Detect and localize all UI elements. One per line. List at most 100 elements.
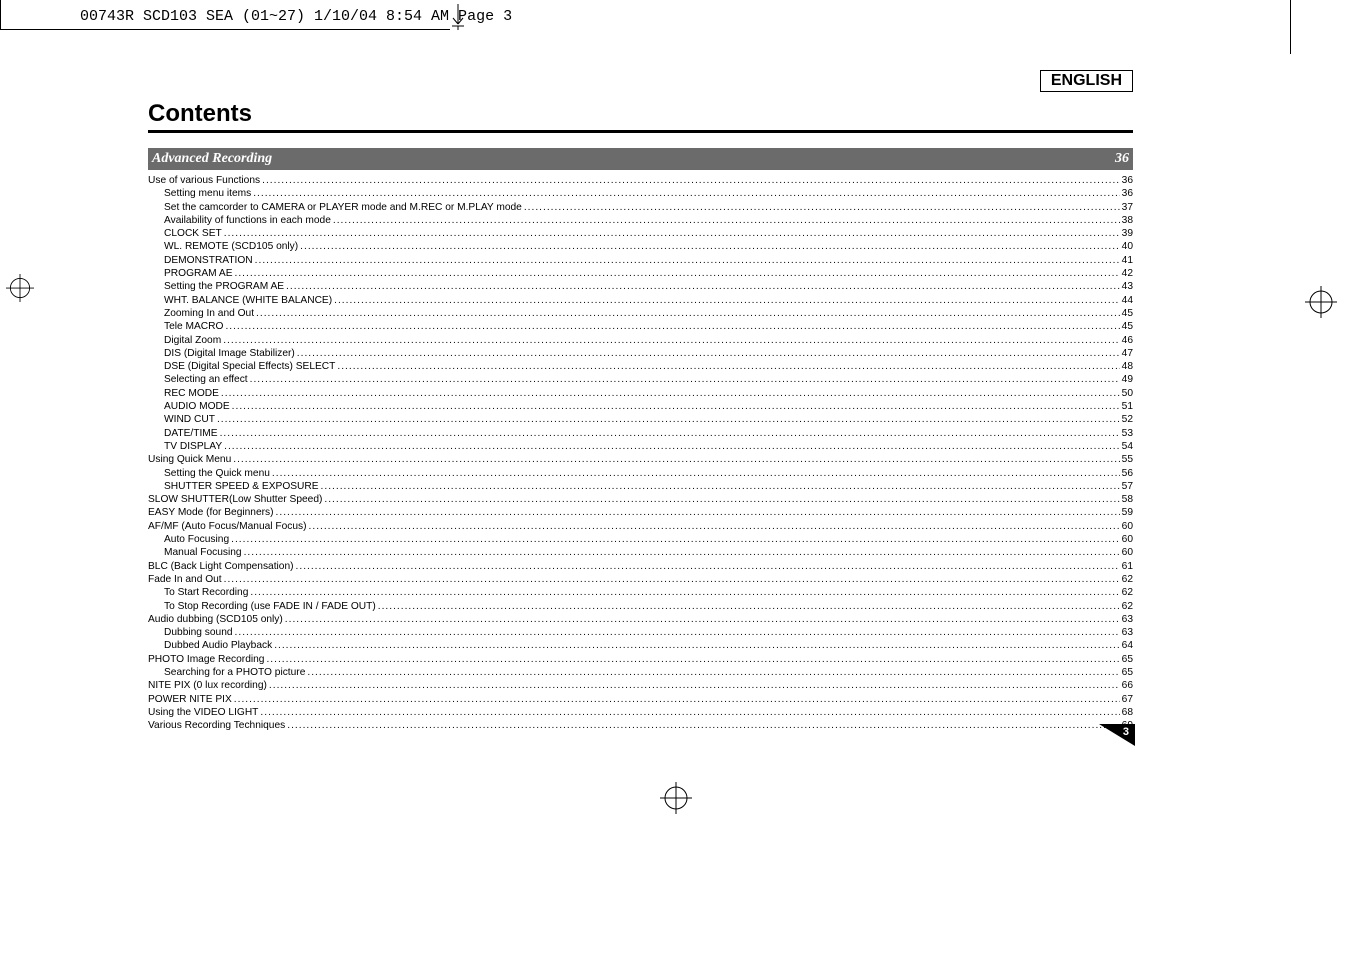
toc-page: 66 [1122, 679, 1133, 692]
toc-row: NITE PIX (0 lux recording) 66 [148, 679, 1133, 692]
toc-label: NITE PIX (0 lux recording) [148, 679, 267, 692]
toc-row: BLC (Back Light Compensation) 61 [148, 560, 1133, 573]
toc-page: 62 [1122, 600, 1133, 613]
toc-row: PROGRAM AE 42 [148, 267, 1133, 280]
page-number: 3 [1123, 726, 1129, 738]
toc-row: SHUTTER SPEED & EXPOSURE 57 [148, 480, 1133, 493]
toc-page: 68 [1122, 706, 1133, 719]
toc-page: 47 [1122, 347, 1133, 360]
toc-dots [244, 546, 1120, 559]
toc-dots [297, 347, 1120, 360]
toc-dots [224, 573, 1120, 586]
toc-dots [524, 201, 1120, 214]
toc-label: Various Recording Techniques [148, 719, 285, 732]
toc-dots [253, 187, 1119, 200]
toc-page: 48 [1122, 360, 1133, 373]
toc-row: Selecting an effect 49 [148, 373, 1133, 386]
toc-page: 38 [1122, 214, 1133, 227]
toc-label: Auto Focusing [164, 533, 229, 546]
toc-section-page: 36 [1115, 151, 1129, 167]
toc-label: CLOCK SET [164, 227, 222, 240]
toc-label: Dubbing sound [164, 626, 233, 639]
toc-label: REC MODE [164, 387, 219, 400]
toc-dots [217, 413, 1120, 426]
toc-label: SLOW SHUTTER(Low Shutter Speed) [148, 493, 322, 506]
toc-dots [250, 586, 1119, 599]
toc-page: 49 [1122, 373, 1133, 386]
toc-dots [337, 360, 1119, 373]
toc-section-bar: Advanced Recording 36 [148, 148, 1133, 170]
toc-dots [287, 719, 1119, 732]
toc-dots [296, 560, 1120, 573]
toc-row: Digital Zoom 46 [148, 334, 1133, 347]
toc-label: WHT. BALANCE (WHITE BALANCE) [164, 294, 332, 307]
toc-label: TV DISPLAY [164, 440, 222, 453]
crop-mark-top-right-v [1290, 0, 1291, 54]
toc-label: DEMONSTRATION [164, 254, 253, 267]
toc-label: EASY Mode (for Beginners) [148, 506, 274, 519]
toc-label: DATE/TIME [164, 427, 218, 440]
toc-label: AF/MF (Auto Focus/Manual Focus) [148, 520, 307, 533]
toc-row: WHT. BALANCE (WHITE BALANCE) 44 [148, 294, 1133, 307]
toc-row: WIND CUT 52 [148, 413, 1133, 426]
registration-mark-icon [1305, 286, 1337, 318]
toc-dots [300, 240, 1119, 253]
registration-mark-icon [660, 782, 692, 814]
toc-row: Audio dubbing (SCD105 only) 63 [148, 613, 1133, 626]
toc-label: WIND CUT [164, 413, 215, 426]
toc-page: 46 [1122, 334, 1133, 347]
toc-row: Setting the Quick menu 56 [148, 467, 1133, 480]
toc-row: Set the camcorder to CAMERA or PLAYER mo… [148, 201, 1133, 214]
toc-label: Dubbed Audio Playback [164, 639, 272, 652]
toc-label: Searching for a PHOTO picture [164, 666, 305, 679]
toc-row: DEMONSTRATION 41 [148, 254, 1133, 267]
toc-page: 60 [1122, 520, 1133, 533]
toc-page: 57 [1122, 480, 1133, 493]
toc-page: 37 [1122, 201, 1133, 214]
toc-row: Using the VIDEO LIGHT 68 [148, 706, 1133, 719]
toc-row: SLOW SHUTTER(Low Shutter Speed) 58 [148, 493, 1133, 506]
toc-dots [269, 679, 1120, 692]
toc-page: 63 [1122, 613, 1133, 626]
toc-page: 54 [1122, 440, 1133, 453]
toc-page: 60 [1122, 546, 1133, 559]
toc-row: Availability of functions in each mode 3… [148, 214, 1133, 227]
toc-page: 51 [1122, 400, 1133, 413]
toc-label: DSE (Digital Special Effects) SELECT [164, 360, 335, 373]
toc-page: 64 [1122, 639, 1133, 652]
toc-dots [255, 254, 1120, 267]
toc-page: 39 [1122, 227, 1133, 240]
toc-label: PHOTO Image Recording [148, 653, 264, 666]
toc-dots [334, 294, 1120, 307]
toc-label: Zooming In and Out [164, 307, 254, 320]
toc-label: Manual Focusing [164, 546, 242, 559]
toc-dots [232, 400, 1120, 413]
toc-label: SHUTTER SPEED & EXPOSURE [164, 480, 319, 493]
toc-label: Audio dubbing (SCD105 only) [148, 613, 283, 626]
toc-row: POWER NITE PIX 67 [148, 693, 1133, 706]
toc-dots [224, 440, 1120, 453]
toc-label: POWER NITE PIX [148, 693, 232, 706]
toc-page: 42 [1122, 267, 1133, 280]
language-label: ENGLISH [1040, 70, 1133, 92]
toc-label: WL. REMOTE (SCD105 only) [164, 240, 298, 253]
toc-page: 59 [1122, 506, 1133, 519]
toc-row: Setting menu items 36 [148, 187, 1133, 200]
toc-row: REC MODE 50 [148, 387, 1133, 400]
toc-dots [235, 626, 1120, 639]
toc-page: 53 [1122, 427, 1133, 440]
toc-label: DIS (Digital Image Stabilizer) [164, 347, 295, 360]
toc-dots [223, 334, 1119, 347]
toc-dots [233, 453, 1119, 466]
toc-row: DIS (Digital Image Stabilizer) 47 [148, 347, 1133, 360]
toc-label: BLC (Back Light Compensation) [148, 560, 294, 573]
toc-dots [235, 267, 1120, 280]
toc-row: DATE/TIME 53 [148, 427, 1133, 440]
toc-page: 60 [1122, 533, 1133, 546]
toc-dots [231, 533, 1120, 546]
toc-row: Dubbed Audio Playback 64 [148, 639, 1133, 652]
toc-dots [272, 467, 1120, 480]
toc-page: 58 [1122, 493, 1133, 506]
toc-dots [256, 307, 1120, 320]
toc-row: Dubbing sound 63 [148, 626, 1133, 639]
